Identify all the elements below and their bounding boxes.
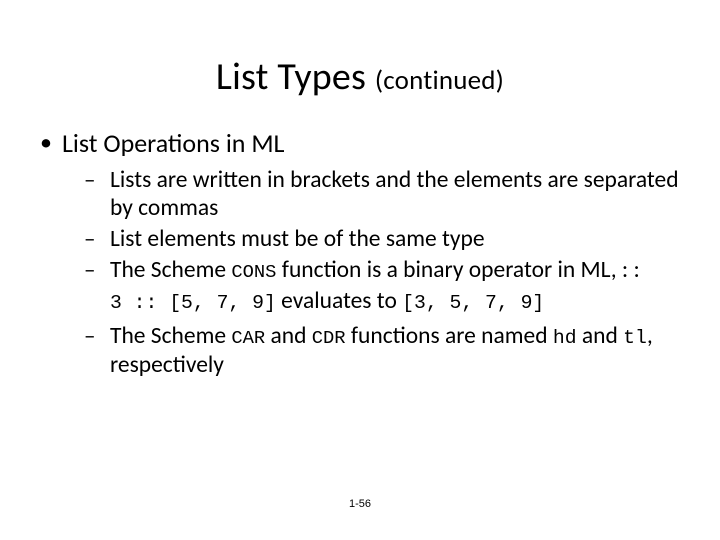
- sub-bullet-text: Lists are written in brackets and the el…: [110, 166, 679, 223]
- slide-title: List Types (continued): [0, 54, 720, 100]
- code-cons: CONS: [231, 261, 276, 283]
- code-car: CAR: [231, 327, 265, 349]
- title-main: List Types: [216, 54, 375, 100]
- sub-bullet-item: Lists are written in brackets and the el…: [62, 166, 684, 223]
- code-hd: hd: [553, 327, 577, 349]
- code-rhs: [3, 5, 7, 9]: [402, 292, 544, 314]
- bullet-list-lvl1: List Operations in ML Lists are written …: [36, 128, 684, 379]
- sub-bullet-text-b: and: [265, 322, 312, 350]
- sub-bullet-item: The Scheme CONS function is a binary ope…: [62, 256, 684, 285]
- slide-number: 1-56: [0, 498, 720, 510]
- bullet-item: List Operations in ML Lists are written …: [36, 128, 684, 379]
- sub-bullet-text-d: and: [577, 322, 624, 350]
- sub-bullet-item: The Scheme CAR and CDR functions are nam…: [62, 322, 684, 379]
- example-line: 3 :: [5, 7, 9] evaluates to [3, 5, 7, 9]: [62, 287, 684, 316]
- sub-bullet-text-a: The Scheme: [110, 256, 231, 284]
- title-sub: (continued): [375, 64, 504, 97]
- sub-bullet-text: List elements must be of the same type: [110, 225, 485, 253]
- slide: List Types (continued) List Operations i…: [0, 0, 720, 540]
- slide-body: List Operations in ML Lists are written …: [36, 128, 684, 385]
- sub-bullet-text-a: The Scheme: [110, 322, 231, 350]
- example-mid: evaluates to: [276, 287, 402, 315]
- sub-bullet-text-b: function is a binary operator in ML,: [276, 256, 621, 284]
- sub-bullet-text-c: functions are named: [346, 322, 553, 350]
- code-op: : :: [622, 256, 640, 284]
- bullet-text: List Operations in ML: [62, 127, 285, 159]
- bullet-list-lvl2: The Scheme CAR and CDR functions are nam…: [62, 322, 684, 379]
- bullet-list-lvl2: Lists are written in brackets and the el…: [62, 166, 684, 285]
- sub-bullet-item: List elements must be of the same type: [62, 225, 684, 254]
- code-lhs: 3 :: [5, 7, 9]: [110, 292, 276, 314]
- code-tl: tl: [623, 327, 647, 349]
- code-cdr: CDR: [312, 327, 346, 349]
